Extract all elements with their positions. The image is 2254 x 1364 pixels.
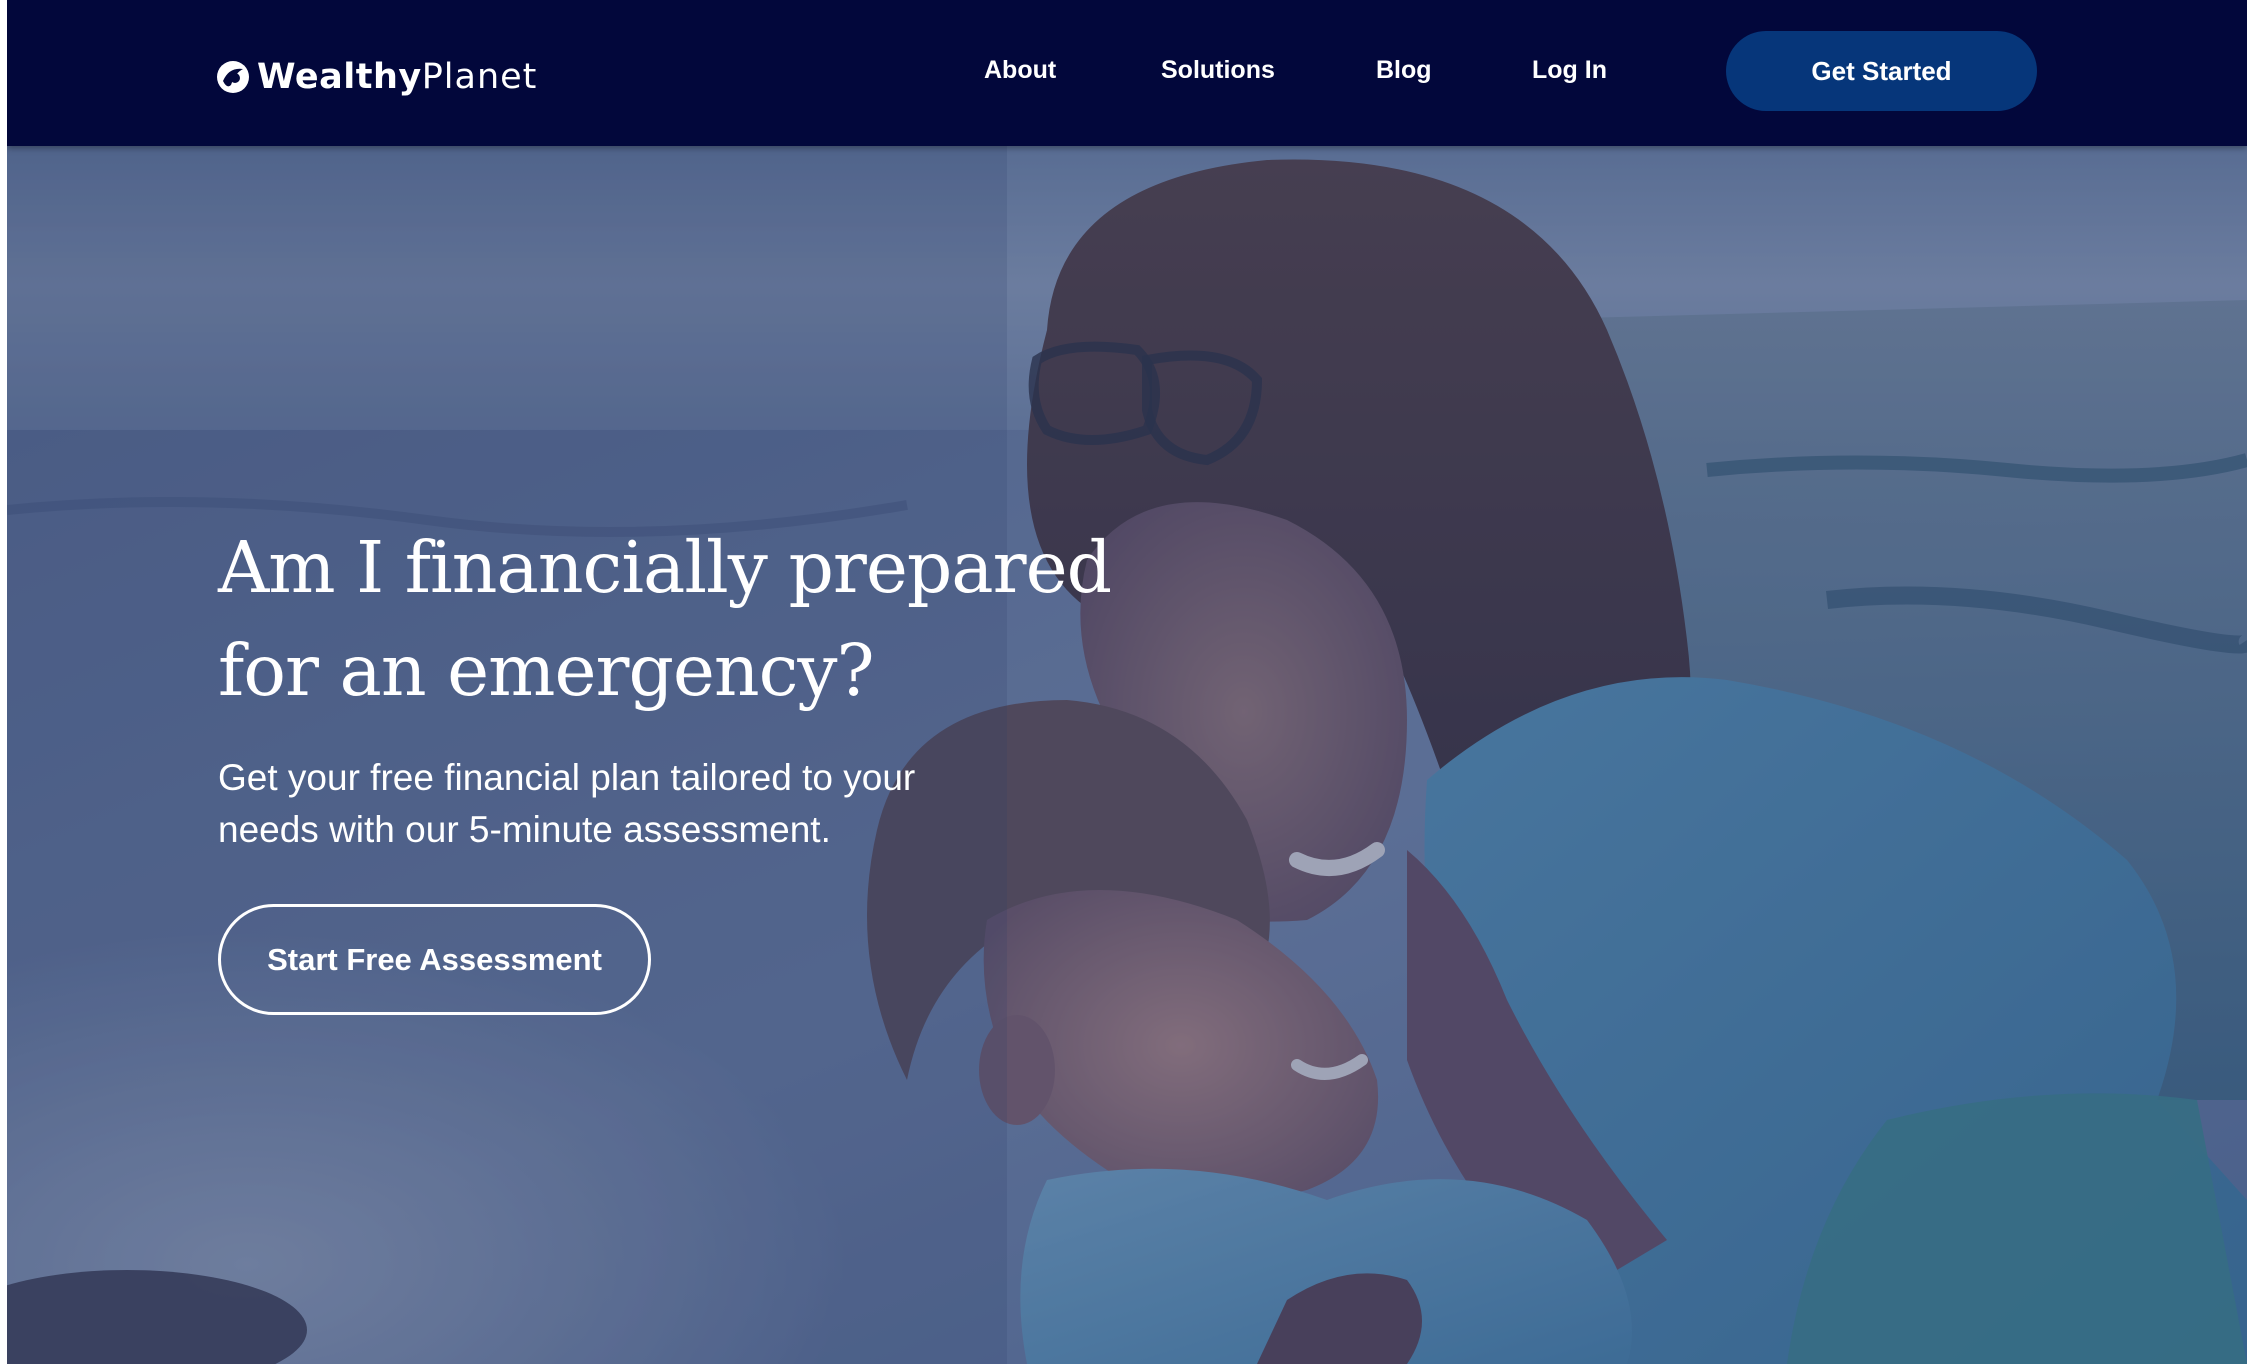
nav-link-blog[interactable]: Blog xyxy=(1376,50,1432,90)
hero-subheading-line-1: Get your free financial plan tailored to… xyxy=(218,757,916,798)
hero-headline-line-2: for an emergency? xyxy=(218,629,875,712)
hero-headline: Am I financially prepared for an emergen… xyxy=(218,516,1198,722)
nav-link-solutions[interactable]: Solutions xyxy=(1161,50,1275,90)
nav-link-login[interactable]: Log In xyxy=(1532,50,1607,90)
hero-headline-line-1: Am I financially prepared xyxy=(218,526,1112,609)
hero-subheading-line-2: needs with our 5-minute assessment. xyxy=(218,809,831,850)
brand-name-bold: Wealthy xyxy=(257,57,422,97)
brand-logo[interactable]: Wealthy Planet xyxy=(215,52,537,102)
get-started-button[interactable]: Get Started xyxy=(1726,31,2037,111)
nav-link-about[interactable]: About xyxy=(984,50,1056,90)
hero-subheading: Get your free financial plan tailored to… xyxy=(218,752,1038,856)
start-free-assessment-button[interactable]: Start Free Assessment xyxy=(218,904,651,1015)
planet-logo-icon xyxy=(215,59,251,95)
page: Wealthy Planet About Solutions Blog Log I… xyxy=(7,0,2247,1364)
brand-name-light: Planet xyxy=(421,57,538,97)
top-navbar: Wealthy Planet About Solutions Blog Log I… xyxy=(7,0,2247,146)
